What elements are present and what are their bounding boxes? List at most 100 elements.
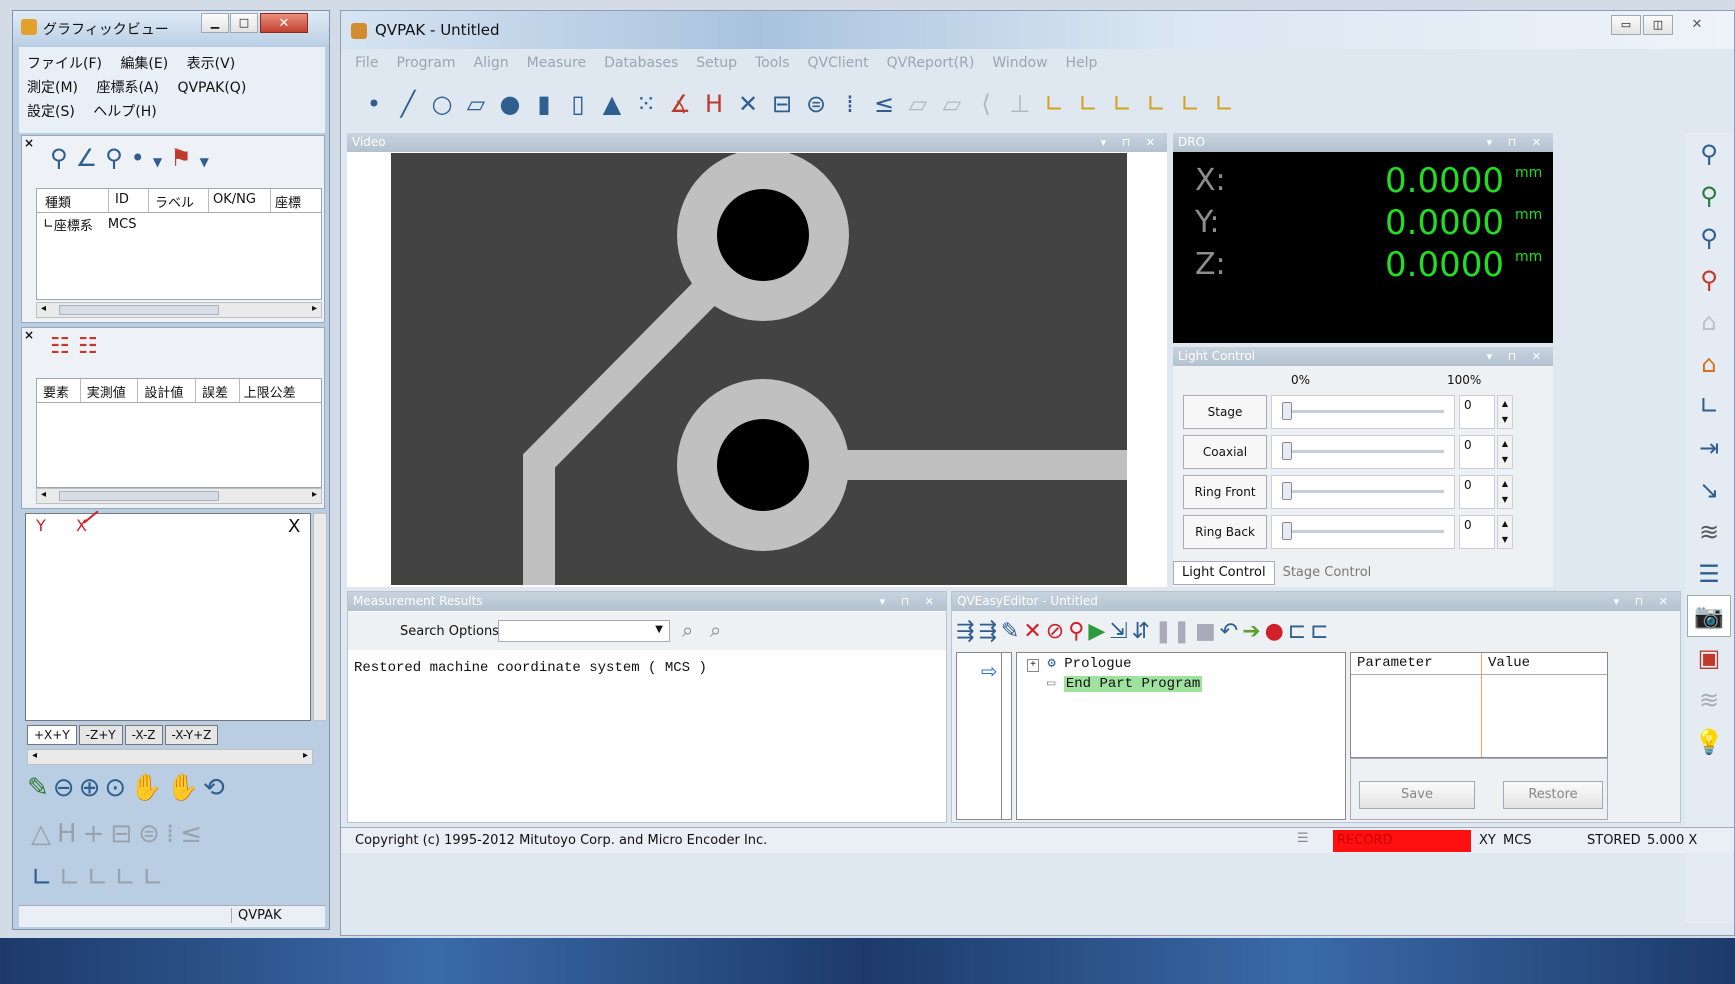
bisect-icon[interactable]: ⊟	[110, 819, 138, 849]
align-icon[interactable]: ∟	[1105, 87, 1139, 121]
save-button[interactable]: Save	[1359, 781, 1475, 809]
camera-icon[interactable]: 📷	[1687, 595, 1731, 637]
restore-button[interactable]: Restore	[1503, 781, 1603, 809]
graphic-view-titlebar[interactable]: グラフィックビュー ▁ □ ✕	[13, 11, 329, 45]
col-header-id[interactable]: ID	[109, 189, 149, 212]
col-header-element[interactable]: 要素	[37, 379, 81, 402]
col-header-actual[interactable]: 実測値	[81, 379, 139, 402]
panel-controls-icon[interactable]: ▾ ⊓ ✕	[1487, 347, 1547, 366]
qvpak-titlebar[interactable]: QVPAK - Untitled ▭ ◫ ✕	[341, 11, 1734, 49]
graphic-canvas[interactable]: Y X X	[25, 510, 311, 721]
list-view-icon[interactable]: ☷	[50, 334, 70, 359]
tangent-icon[interactable]: ⟨	[969, 87, 1003, 121]
feature-tool-icon[interactable]: ⚲	[105, 144, 131, 172]
menu-qvpak-jp[interactable]: QVPAK(Q)	[177, 80, 246, 96]
forward-icon[interactable]: ➔	[1242, 619, 1260, 644]
run-icon[interactable]: ▶	[1088, 619, 1105, 644]
panel-controls-icon[interactable]: ▾ ⊓ ✕	[1101, 133, 1161, 152]
dropdown-arrow-icon[interactable]: ▼	[153, 155, 170, 169]
menu-coord-jp[interactable]: 座標系(A)	[96, 80, 159, 96]
menu-databases[interactable]: Databases	[604, 55, 678, 71]
bisect-icon[interactable]: ⊜	[138, 819, 166, 849]
pattern-icon[interactable]: ≋	[1687, 511, 1731, 553]
col-header-upper-tol[interactable]: 上限公差	[240, 379, 321, 402]
image-icon[interactable]: ▣	[1687, 637, 1731, 679]
stop-icon[interactable]: ■	[1195, 619, 1216, 644]
cone-tool-icon[interactable]: ▲	[595, 87, 629, 121]
col-header-nominal[interactable]: 設計値	[138, 379, 196, 402]
minimize-button[interactable]: ▭	[1611, 15, 1641, 35]
record-icon[interactable]: ●	[1265, 619, 1284, 644]
menu-file-jp[interactable]: ファイル(F)	[27, 56, 102, 72]
sphere-tool-icon[interactable]: ●	[493, 87, 527, 121]
menu-program[interactable]: Program	[396, 55, 455, 71]
zoom-in-icon[interactable]: ⊕	[79, 773, 105, 803]
menu-help[interactable]: Help	[1066, 55, 1098, 71]
bisector-tool-icon[interactable]: ⊜	[799, 87, 833, 121]
midpoint-tool-icon[interactable]: ⁞	[833, 87, 867, 121]
feature-tool-icon[interactable]: ⚲	[50, 144, 76, 172]
col-header-label[interactable]: ラベル	[149, 189, 209, 212]
tab-view-xyz[interactable]: -X-Y+Z	[164, 725, 219, 745]
disable-step-icon[interactable]: ⊘	[1046, 619, 1064, 644]
grab-hand-icon[interactable]: ✋	[167, 773, 203, 803]
tab-light-control[interactable]: Light Control	[1173, 561, 1275, 585]
tree-item-end-program[interactable]: ▭ End Part Program	[1047, 675, 1203, 692]
menu-measure[interactable]: Measure	[527, 55, 587, 71]
close-button[interactable]: ✕	[260, 13, 308, 33]
find-next-icon[interactable]: ⌕	[710, 618, 721, 642]
align-icon[interactable]: ∟	[1139, 87, 1173, 121]
menu-file[interactable]: File	[355, 55, 378, 71]
light-value-field[interactable]: 0	[1459, 475, 1495, 509]
edit-step-icon[interactable]: ✎	[1001, 619, 1019, 644]
maximize-button[interactable]: □	[230, 13, 258, 33]
point-cloud-icon[interactable]: ⁙	[629, 87, 663, 121]
undo-icon[interactable]: ↶	[1220, 619, 1238, 644]
tree-item-prologue[interactable]: + ⚙ Prologue	[1027, 655, 1131, 672]
light-value-field[interactable]: 0	[1459, 515, 1495, 549]
light-slider[interactable]	[1271, 395, 1455, 429]
expand-icon[interactable]: +	[1027, 659, 1040, 672]
menu-tools[interactable]: Tools	[755, 55, 790, 71]
zoom-window-icon[interactable]: ⚲	[1687, 133, 1731, 175]
distance-icon[interactable]: H	[57, 819, 83, 849]
pan-hand-icon[interactable]: ✋	[130, 773, 166, 803]
construct-icon[interactable]: ▱	[935, 87, 969, 121]
spin-button[interactable]: ▲ ▼	[1497, 515, 1513, 549]
insert-step-icon[interactable]: ⇶	[956, 619, 974, 644]
list-view-icon[interactable]: ☷	[78, 334, 98, 359]
search-options-dropdown[interactable]: ▼	[498, 620, 670, 642]
intersection-tool-icon[interactable]: ✕	[731, 87, 765, 121]
tab-view-zy[interactable]: -Z+Y	[78, 725, 123, 745]
table-row[interactable]: ∟ 座標系 MCS	[37, 213, 321, 235]
spin-button[interactable]: ▲ ▼	[1497, 395, 1513, 429]
menu-align[interactable]: Align	[474, 55, 509, 71]
pause-icon[interactable]: ❚❚	[1154, 619, 1191, 644]
construct-icon[interactable]: ▱	[901, 87, 935, 121]
cylinder-tool-icon[interactable]: ▯	[561, 87, 595, 121]
intersection-icon[interactable]: +	[83, 819, 111, 849]
home-icon[interactable]: ⌂	[1687, 301, 1731, 343]
menu-measure-jp[interactable]: 測定(M)	[27, 80, 78, 96]
stage-move-icon[interactable]: ⇥	[1687, 427, 1731, 469]
probe-icon[interactable]: ↘	[1687, 469, 1731, 511]
col-header-value[interactable]: Value	[1481, 653, 1536, 674]
slider-thumb[interactable]	[1282, 482, 1292, 500]
panel-controls-icon[interactable]: ▾ ⊓ ✕	[880, 592, 940, 611]
plane-tool-icon[interactable]: ▱	[459, 87, 493, 121]
menu-qvclient[interactable]: QVClient	[808, 55, 869, 71]
cylinder-tool-icon[interactable]: ▮	[527, 87, 561, 121]
zoom-edit-icon[interactable]: ⚲	[1687, 259, 1731, 301]
angle-icon[interactable]: ≤	[180, 819, 208, 849]
tab-view-xy[interactable]: +X+Y	[27, 725, 77, 745]
col-header-type[interactable]: 種類	[37, 189, 109, 212]
spin-button[interactable]: ▲ ▼	[1497, 435, 1513, 469]
menu-help-jp[interactable]: ヘルプ(H)	[93, 104, 156, 120]
video-feed[interactable]	[391, 153, 1127, 585]
close-button[interactable]: ✕	[1677, 15, 1717, 35]
align-icon[interactable]: ∟	[1173, 87, 1207, 121]
home-goto-icon[interactable]: ⌂	[1687, 343, 1731, 385]
horizontal-scrollbar[interactable]: ◂ ▸	[36, 302, 322, 318]
axis-icon[interactable]: ∟	[1687, 385, 1731, 427]
insert-icon[interactable]: ⊏	[1310, 619, 1328, 644]
